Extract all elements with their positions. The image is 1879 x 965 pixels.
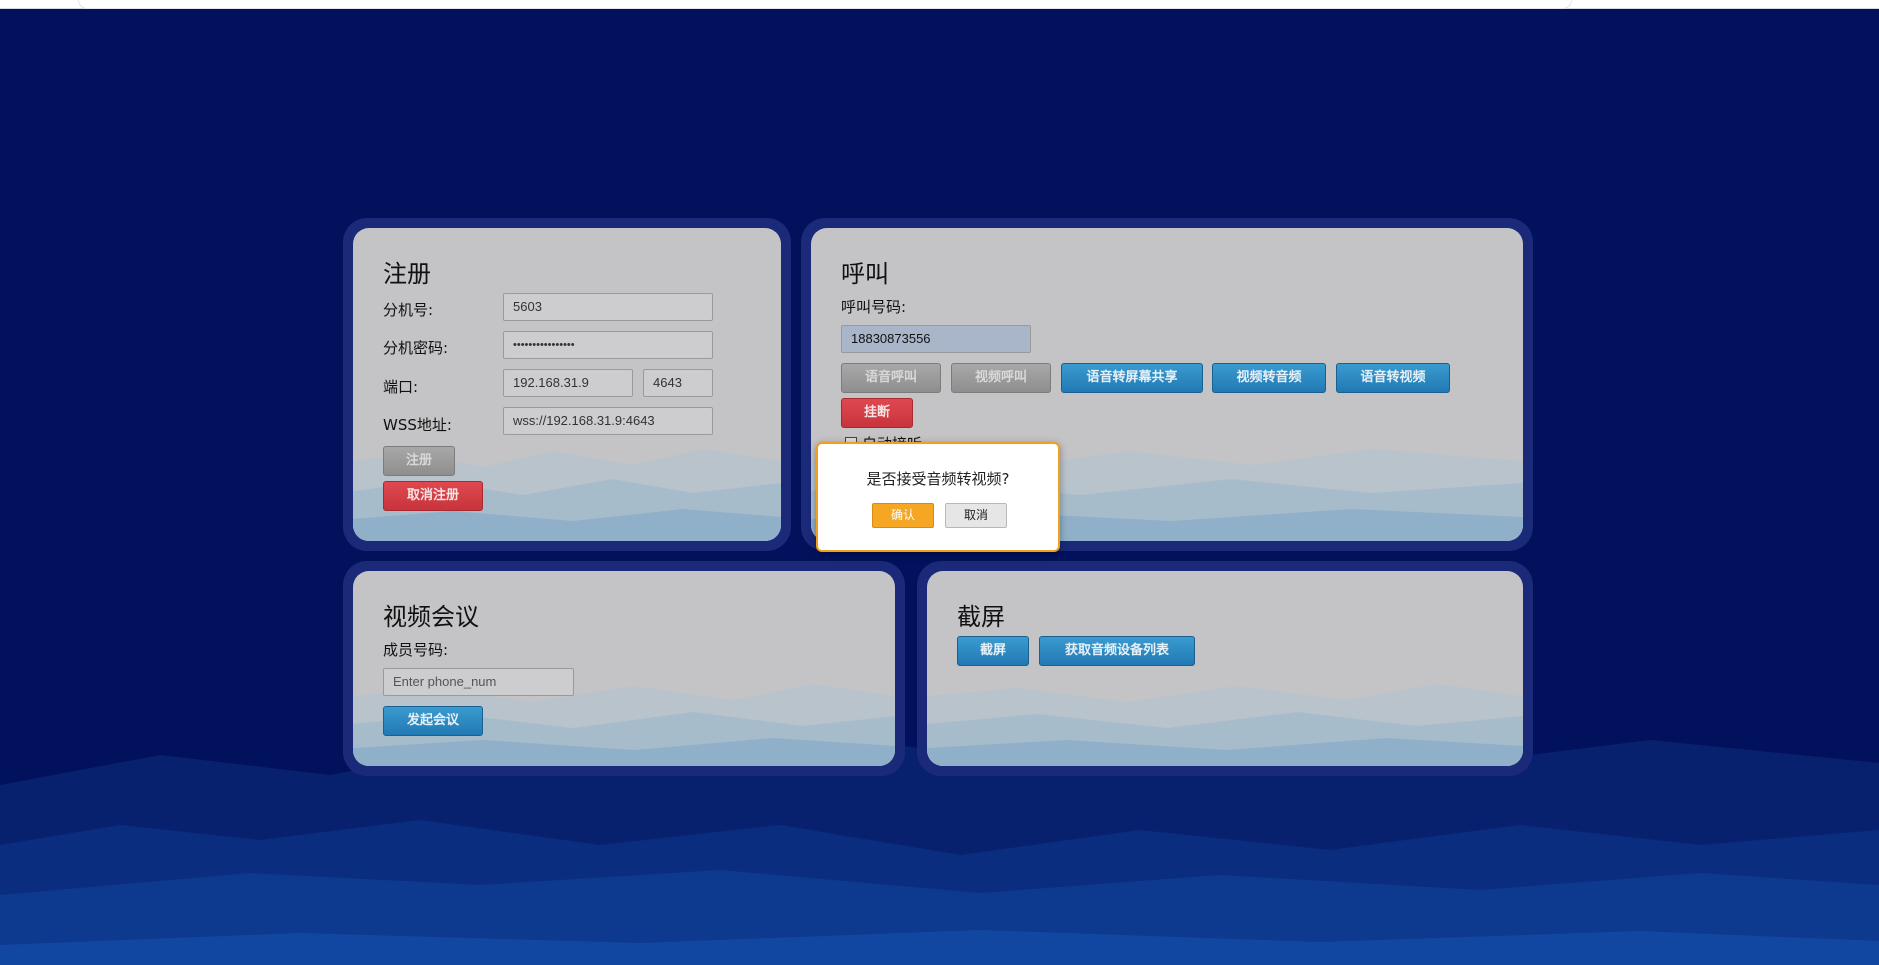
voice-to-screenshare-button[interactable]: 语音转屏幕共享 (1061, 363, 1203, 393)
wss-label: WSS地址: (383, 416, 452, 434)
dialog-cancel-button[interactable]: 取消 (945, 503, 1007, 528)
port-label: 端口: (383, 378, 419, 396)
member-number-input[interactable]: Enter phone_num (383, 668, 574, 696)
conference-title: 视频会议 (383, 603, 479, 631)
call-number-input[interactable]: 18830873556 (841, 325, 1031, 353)
video-to-audio-button[interactable]: 视频转音频 (1212, 363, 1326, 393)
screenshot-panel (927, 571, 1523, 766)
register-title: 注册 (383, 260, 431, 288)
call-number-label: 呼叫号码: (841, 298, 907, 316)
host-input[interactable]: 192.168.31.9 (503, 369, 633, 397)
call-title: 呼叫 (841, 260, 889, 288)
unregister-button[interactable]: 取消注册 (383, 481, 483, 511)
wss-input[interactable]: wss://192.168.31.9:4643 (503, 407, 713, 435)
port-input[interactable]: 4643 (643, 369, 713, 397)
get-audio-devices-button[interactable]: 获取音频设备列表 (1039, 636, 1195, 666)
hangup-button[interactable]: 挂断 (841, 398, 913, 428)
voice-to-video-button[interactable]: 语音转视频 (1336, 363, 1450, 393)
extension-label: 分机号: (383, 301, 434, 319)
screenshot-title: 截屏 (957, 603, 1005, 631)
password-input[interactable]: •••••••••••••••• (503, 331, 713, 359)
start-conference-button[interactable]: 发起会议 (383, 706, 483, 736)
member-number-label: 成员号码: (383, 641, 449, 659)
register-button[interactable]: 注册 (383, 446, 455, 476)
top-bar (0, 0, 1879, 9)
extension-input[interactable]: 5603 (503, 293, 713, 321)
dialog-message: 是否接受音频转视频? (866, 470, 1010, 488)
dialog-confirm-button[interactable]: 确认 (872, 503, 934, 528)
top-bar-inner (78, 0, 1572, 9)
confirm-dialog: 是否接受音频转视频? 确认 取消 (816, 442, 1060, 552)
capture-screen-button[interactable]: 截屏 (957, 636, 1029, 666)
video-call-button[interactable]: 视频呼叫 (951, 363, 1051, 393)
voice-call-button[interactable]: 语音呼叫 (841, 363, 941, 393)
screenshot-panel-waves (927, 684, 1523, 766)
password-label: 分机密码: (383, 339, 449, 357)
